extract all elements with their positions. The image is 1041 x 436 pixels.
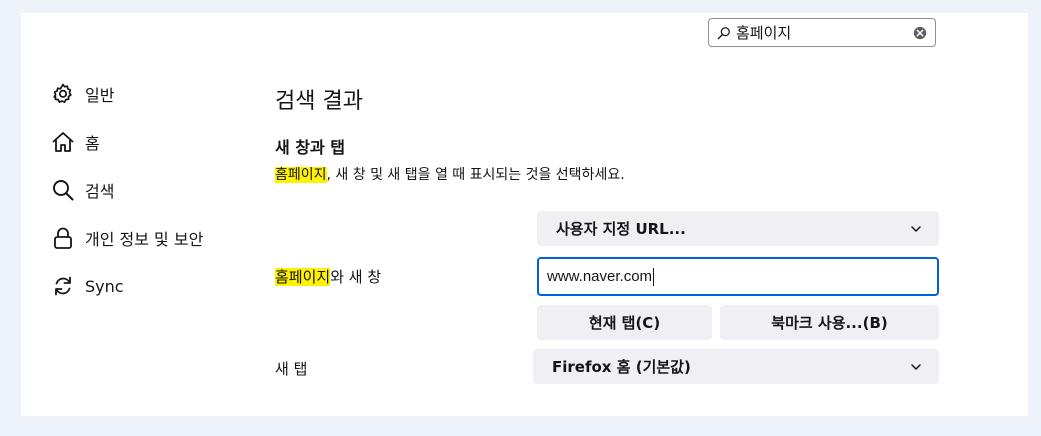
sidebar-item-general[interactable]: 일반 (51, 79, 114, 109)
sidebar-item-privacy[interactable]: 개인 정보 및 보안 (51, 223, 203, 253)
sidebar-item-label: 일반 (85, 86, 115, 105)
newtab-select[interactable]: Firefox 홈 (기본값) (533, 349, 939, 384)
search-icon (51, 178, 75, 202)
sidebar-item-home[interactable]: 홈 (51, 127, 100, 157)
home-icon (51, 130, 75, 154)
homepage-select-value: 사용자 지정 URL... (556, 220, 686, 238)
clear-icon[interactable] (913, 26, 927, 40)
use-current-tab-button[interactable]: 현재 탭(C) (537, 305, 712, 340)
sidebar-item-label: 검색 (85, 182, 115, 201)
sync-icon (51, 274, 75, 298)
search-highlight: 홈페이지 (275, 167, 327, 183)
homepage-url-value[interactable]: www.naver.com (547, 268, 652, 285)
search-input[interactable]: 홈페이지 (708, 18, 936, 47)
chevron-down-icon (911, 363, 921, 370)
homepage-label-text: 와 새 창 (330, 268, 382, 286)
lock-icon (51, 226, 75, 250)
preferences-panel: 홈페이지 일반 홈 검색 개인 정보 및 보안 Sync 검색 결과 새 창과 … (21, 13, 1028, 416)
search-highlight: 홈페이지 (275, 268, 331, 286)
text-cursor (653, 267, 655, 286)
page-title: 검색 결과 (275, 89, 363, 114)
sidebar-item-sync[interactable]: Sync (51, 271, 124, 301)
homepage-label: 홈페이지와 새 창 (275, 266, 381, 287)
gear-icon (51, 82, 75, 106)
section-description: 홈페이지, 새 창 및 새 탭을 열 때 표시되는 것을 선택하세요. (275, 164, 625, 184)
chevron-down-icon (911, 225, 921, 232)
homepage-select[interactable]: 사용자 지정 URL... (537, 211, 939, 246)
search-icon (717, 27, 730, 40)
section-title: 새 창과 탭 (275, 138, 346, 157)
sidebar-item-label: Sync (85, 276, 124, 296)
description-text: , 새 창 및 새 탭을 열 때 표시되는 것을 선택하세요. (326, 167, 625, 183)
use-bookmark-button[interactable]: 북마크 사용...(B) (720, 305, 939, 340)
sidebar-item-label: 개인 정보 및 보안 (85, 230, 204, 249)
sidebar-item-label: 홈 (85, 134, 100, 153)
newtab-select-value: Firefox 홈 (기본값) (552, 358, 691, 376)
homepage-url-input[interactable]: www.naver.com (537, 257, 939, 296)
search-value[interactable]: 홈페이지 (736, 24, 791, 42)
newtab-label: 새 탭 (275, 360, 308, 378)
sidebar-item-search[interactable]: 검색 (51, 175, 114, 205)
